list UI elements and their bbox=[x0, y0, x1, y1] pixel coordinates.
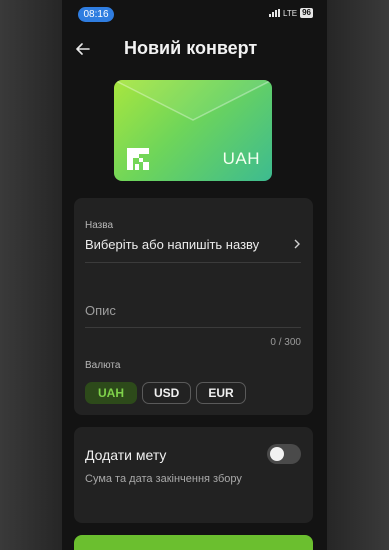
phone-screen: 08:16 LTE 96 Новий конверт UAH Назва Виб… bbox=[62, 0, 327, 550]
currency-selector: UAH USD EUR bbox=[85, 382, 246, 404]
goal-title: Додати мету bbox=[85, 447, 167, 463]
network-type: LTE bbox=[283, 8, 298, 18]
name-field[interactable]: Виберіть або напишіть назву bbox=[85, 237, 290, 252]
description-counter: 0 / 300 bbox=[270, 337, 301, 348]
goal-section: Додати мету Сума та дата закінчення збор… bbox=[74, 427, 313, 523]
goal-subtitle: Сума та дата закінчення збору bbox=[85, 473, 242, 485]
toggle-knob bbox=[270, 447, 284, 461]
currency-label: Валюта bbox=[85, 360, 121, 371]
background-blur-right bbox=[327, 0, 389, 550]
currency-option-uah[interactable]: UAH bbox=[85, 382, 137, 404]
arrow-left-icon bbox=[76, 43, 90, 55]
envelope-preview: UAH bbox=[114, 80, 272, 181]
primary-action-button[interactable] bbox=[74, 535, 313, 550]
goal-toggle[interactable] bbox=[267, 444, 301, 464]
status-indicators: LTE 96 bbox=[269, 8, 313, 18]
background-blur-left bbox=[0, 0, 62, 550]
status-bar: 08:16 LTE 96 bbox=[62, 0, 327, 26]
description-field[interactable]: Опис bbox=[85, 303, 116, 318]
currency-option-usd[interactable]: USD bbox=[142, 382, 192, 404]
bank-logo-icon bbox=[127, 148, 149, 170]
name-field-label: Назва bbox=[85, 220, 114, 231]
envelope-currency: UAH bbox=[222, 149, 260, 168]
chevron-right-icon[interactable] bbox=[293, 238, 301, 250]
name-field-underline bbox=[85, 262, 301, 263]
signal-icon bbox=[269, 9, 281, 17]
back-button[interactable] bbox=[72, 38, 94, 60]
currency-option-eur[interactable]: EUR bbox=[196, 382, 246, 404]
envelope-form: Назва Виберіть або напишіть назву Опис 0… bbox=[74, 198, 313, 415]
page-title: Новий конверт bbox=[124, 38, 258, 58]
header: Новий конверт bbox=[62, 36, 327, 62]
status-time: 08:16 bbox=[78, 7, 114, 22]
battery-icon: 96 bbox=[300, 8, 313, 18]
description-field-underline bbox=[85, 327, 301, 328]
